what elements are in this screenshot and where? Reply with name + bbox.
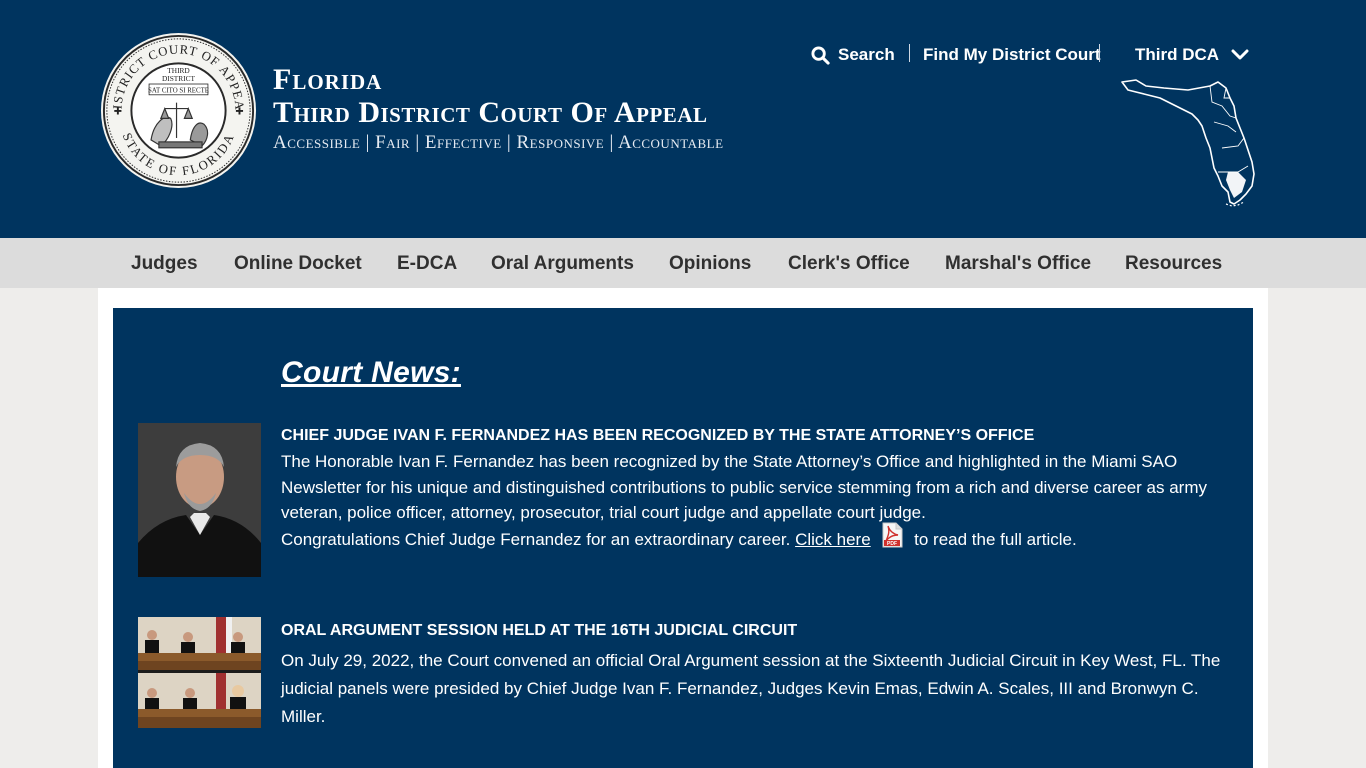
find-my-district-court-link[interactable]: Find My District Court [923,42,1101,68]
news-item-title[interactable]: CHIEF JUDGE IVAN F. FERNANDEZ HAS BEEN R… [281,427,1034,445]
pdf-icon[interactable]: PDF [881,522,903,556]
district-selector-label: Third DCA [1135,45,1220,64]
site-tagline: Accessible | Fair | Effective | Responsi… [273,132,724,153]
search-icon [811,45,830,65]
news-item-body: The Honorable Ivan F. Fernandez has been… [281,449,1231,555]
nav-online-docket[interactable]: Online Docket [234,238,362,288]
nav-resources[interactable]: Resources [1125,238,1222,288]
court-news-panel: Court News: CHIEF JUDGE IVAN F. FERNANDE… [113,308,1253,768]
court-seal-logo[interactable]: DISTRICT COURT OF APPEAL STATE OF FLORID… [100,32,257,189]
find-court-label: Find My District Court [923,45,1101,64]
seal-center-line2: DISTRICT [162,74,196,83]
utility-divider [1099,44,1100,62]
search-button[interactable]: Search [811,42,895,68]
court-news-heading: Court News: [281,356,461,389]
news-item-text: The Honorable Ivan F. Fernandez has been… [281,452,1207,522]
news-item-title[interactable]: ORAL ARGUMENT SESSION HELD AT THE 16TH J… [281,622,797,640]
nav-oral-arguments[interactable]: Oral Arguments [491,238,634,288]
search-label: Search [838,45,895,64]
nav-clerks-office[interactable]: Clerk's Office [788,238,910,288]
news-item-congrats: Congratulations Chief Judge Fernandez fo… [281,529,791,549]
chevron-down-icon [1231,49,1249,61]
site-title-court[interactable]: Third District Court Of Appeal [273,96,724,130]
nav-opinions[interactable]: Opinions [669,238,751,288]
site-title-block: Florida Third District Court Of Appeal A… [273,64,724,154]
seal-motto: SAT CITO SI RECTE [148,87,209,94]
florida-map-icon[interactable] [1118,76,1256,208]
site-title-state[interactable]: Florida [273,64,724,96]
nav-judges[interactable]: Judges [131,238,198,288]
svg-text:✚: ✚ [114,106,122,117]
svg-text:✚: ✚ [235,106,243,117]
news-item-after-link: to read the full article. [914,529,1077,549]
nav-e-dca[interactable]: E-DCA [397,238,457,288]
main-nav: Judges Online Docket E-DCA Oral Argument… [0,238,1366,288]
read-article-link[interactable]: Click here [795,530,871,549]
district-selector-dropdown[interactable]: Third DCA [1135,42,1249,68]
news-item-body: On July 29, 2022, the Court convened an … [281,647,1231,731]
pdf-label: PDF [887,541,897,547]
utility-divider [909,44,910,62]
news-item-photo-oral-argument[interactable] [138,617,261,728]
site-header: DISTRICT COURT OF APPEAL STATE OF FLORID… [0,0,1366,238]
nav-marshals-office[interactable]: Marshal's Office [945,238,1091,288]
news-item-photo-chief-judge[interactable] [138,423,261,577]
news-item-text: On July 29, 2022, the Court convened an … [281,651,1221,726]
